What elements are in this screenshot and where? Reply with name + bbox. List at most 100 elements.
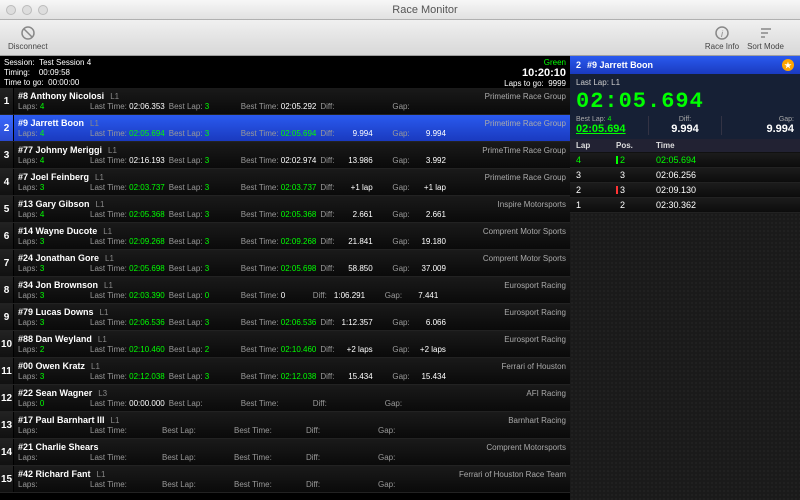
standings-row[interactable]: 4#7 Joel FeinbergL1Primetime Race GroupL…: [0, 169, 570, 196]
position-cell: 14: [0, 439, 14, 465]
race-info-button[interactable]: i Race Info: [705, 25, 739, 51]
driver-name: #79 Lucas Downs: [18, 307, 94, 317]
position-cell: 9: [0, 304, 14, 330]
driver-name: #22 Sean Wagner: [18, 388, 92, 398]
close-icon[interactable]: [6, 5, 16, 15]
position-cell: 8: [0, 277, 14, 303]
team-name: Barnhart Racing: [119, 416, 566, 425]
favorite-icon[interactable]: ★: [782, 59, 794, 71]
laps-to-go-value: 9999: [548, 79, 566, 88]
team-name: Comprent Motorsports: [105, 443, 566, 452]
last-lap-label: Last Lap: L1: [576, 78, 794, 87]
traffic-lights[interactable]: [6, 5, 48, 15]
position-cell: 11: [0, 358, 14, 384]
team-name: AFI Racing: [107, 389, 566, 398]
standings-row[interactable]: 9#79 Lucas DownsL1Eurosport RacingLaps: …: [0, 304, 570, 331]
team-name: Comprent Motor Sports: [112, 227, 566, 236]
lap-row[interactable]: 2302:09.130: [570, 183, 800, 198]
standings-row[interactable]: 13#17 Paul Barnhart IIIL1Barnhart Racing…: [0, 412, 570, 439]
detail-position: 2: [576, 60, 581, 70]
disconnect-icon: [20, 25, 36, 41]
standings-row[interactable]: 5#13 Gary GibsonL1Inspire MotorsportsLap…: [0, 196, 570, 223]
standings-row[interactable]: 11#00 Owen KratzL1Ferrari of HoustonLaps…: [0, 358, 570, 385]
zoom-icon[interactable]: [38, 5, 48, 15]
sort-icon: [758, 25, 774, 41]
lap-row[interactable]: 3302:06.256: [570, 168, 800, 183]
ttg-value: 00:00:00: [48, 78, 79, 87]
position-cell: 10: [0, 331, 14, 357]
position-cell: 1: [0, 88, 14, 114]
position-change-icon: [616, 201, 618, 209]
standings-row[interactable]: 3#77 Johnny MeriggiL1PrimeTime Race Grou…: [0, 142, 570, 169]
session-bar: Session: Test Session 4 Timing: 00:09:58…: [0, 56, 570, 88]
driver-name: #9 Jarrett Boon: [18, 118, 84, 128]
toolbar: Disconnect i Race Info Sort Mode: [0, 20, 800, 56]
standings-row[interactable]: 2#9 Jarrett BoonL1Primetime Race GroupLa…: [0, 115, 570, 142]
standings-row[interactable]: 12#22 Sean WagnerL3AFI RacingLaps: 0Last…: [0, 385, 570, 412]
driver-name: #24 Jonathan Gore: [18, 253, 99, 263]
driver-name: #17 Paul Barnhart III: [18, 415, 105, 425]
ttg-label: Time to go:: [4, 78, 44, 87]
driver-name: #00 Owen Kratz: [18, 361, 85, 371]
standings-row[interactable]: 6#14 Wayne DucoteL1Comprent Motor Sports…: [0, 223, 570, 250]
app-title: Race Monitor: [56, 4, 794, 16]
team-name: Comprent Motor Sports: [114, 254, 566, 263]
flag-status: Green: [504, 58, 566, 67]
standings-row[interactable]: 15#42 Richard FantL1Ferrari of Houston R…: [0, 466, 570, 493]
lap-row[interactable]: 4202:05.694: [570, 153, 800, 168]
timing-value: 00:09:58: [39, 68, 70, 77]
standings-list: 1#8 Anthony NicolosiL1Primetime Race Gro…: [0, 88, 570, 500]
detail-gap: 9.994: [722, 123, 794, 135]
team-name: Inspire Motorsports: [104, 200, 566, 209]
team-name: Primetime Race Group: [104, 173, 566, 182]
driver-name: #8 Anthony Nicolosi: [18, 91, 104, 101]
laps-to-go-label: Laps to go:: [504, 79, 544, 88]
team-name: Eurosport Racing: [108, 308, 566, 317]
timing-label: Timing:: [4, 68, 30, 77]
team-name: Primetime Race Group: [119, 92, 566, 101]
clock: 10:20:10: [504, 67, 566, 79]
standings-row[interactable]: 10#88 Dan WeylandL1Eurosport RacingLaps:…: [0, 331, 570, 358]
lap-table-header: LapPos.Time: [570, 139, 800, 153]
position-cell: 3: [0, 142, 14, 168]
race-info-label: Race Info: [705, 42, 739, 51]
position-cell: 2: [0, 115, 14, 141]
team-name: Primetime Race Group: [99, 119, 566, 128]
position-cell: 13: [0, 412, 14, 438]
lap-row[interactable]: 1202:30.362: [570, 198, 800, 213]
driver-name: #42 Richard Fant: [18, 469, 91, 479]
detail-big-time: 02:05.694: [576, 89, 794, 114]
driver-name: #7 Joel Feinberg: [18, 172, 89, 182]
disconnect-label: Disconnect: [8, 42, 48, 51]
position-cell: 12: [0, 385, 14, 411]
team-name: PrimeTime Race Group: [117, 146, 566, 155]
position-change-icon: [616, 186, 618, 194]
position-cell: 5: [0, 196, 14, 222]
team-name: Eurosport Racing: [107, 335, 566, 344]
position-cell: 4: [0, 169, 14, 195]
svg-text:i: i: [721, 29, 724, 39]
team-name: Ferrari of Houston: [100, 362, 566, 371]
detail-header[interactable]: 2 #9 Jarrett Boon ★: [570, 56, 800, 74]
detail-driver: #9 Jarrett Boon: [587, 60, 653, 70]
position-cell: 15: [0, 466, 14, 492]
detail-spacer: [570, 213, 800, 500]
detail-best-time: 02:05.694: [576, 123, 648, 135]
driver-name: #34 Jon Brownson: [18, 280, 98, 290]
sort-mode-label: Sort Mode: [747, 42, 784, 51]
sort-mode-button[interactable]: Sort Mode: [747, 25, 784, 51]
detail-diff: 9.994: [649, 123, 721, 135]
detail-panel: 2 #9 Jarrett Boon ★ Last Lap: L1 02:05.6…: [570, 56, 800, 500]
driver-name: #77 Johnny Meriggi: [18, 145, 102, 155]
minimize-icon[interactable]: [22, 5, 32, 15]
position-cell: 7: [0, 250, 14, 276]
standings-row[interactable]: 14 #21 Charlie Shears Comprent Motorsports…: [0, 439, 570, 466]
standings-row[interactable]: 8#34 Jon BrownsonL1Eurosport RacingLaps:…: [0, 277, 570, 304]
standings-row[interactable]: 1#8 Anthony NicolosiL1Primetime Race Gro…: [0, 88, 570, 115]
driver-name: #21 Charlie Shears: [18, 442, 99, 452]
driver-name: #14 Wayne Ducote: [18, 226, 97, 236]
position-cell: 6: [0, 223, 14, 249]
position-change-icon: [616, 171, 618, 179]
standings-row[interactable]: 7#24 Jonathan GoreL1Comprent Motor Sport…: [0, 250, 570, 277]
disconnect-button[interactable]: Disconnect: [8, 25, 48, 51]
